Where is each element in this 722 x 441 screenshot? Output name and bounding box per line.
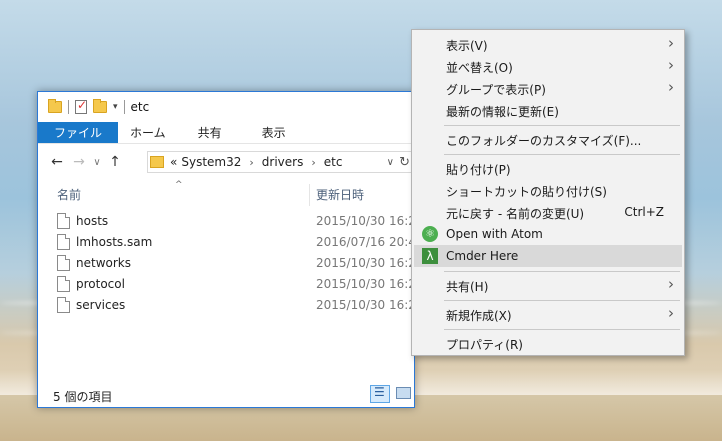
menu-item-label: ショートカットの貼り付け(S) — [446, 185, 607, 199]
tab-file[interactable]: ファイル — [38, 122, 119, 143]
chevron-down-icon[interactable]: ∨ — [387, 157, 394, 168]
breadcrumb-drivers[interactable]: drivers — [262, 155, 304, 169]
address-bar[interactable]: « System32 › drivers › etc ∨ ↻ — [147, 151, 413, 173]
menu-item-label: 最新の情報に更新(E) — [446, 105, 559, 119]
ribbon-tabs: ファイル ホーム 共有 表示 — [38, 122, 414, 144]
column-header-name[interactable]: 名前 — [57, 186, 81, 203]
file-row[interactable]: hosts 2015/10/30 16:21 — [38, 211, 424, 232]
cmder-icon: λ — [422, 248, 438, 264]
file-icon — [57, 234, 70, 250]
file-date: 2015/10/30 16:21 — [316, 277, 424, 291]
file-date: 2015/10/30 16:21 — [316, 256, 424, 270]
file-icon — [57, 213, 70, 229]
details-view-icon[interactable] — [370, 385, 390, 403]
new-folder-icon[interactable] — [93, 99, 107, 113]
menu-item-label: 共有(H) — [446, 280, 489, 294]
menu-item-paste-shortcut[interactable]: ショートカットの貼り付け(S) — [414, 179, 682, 201]
menu-item-undo-rename[interactable]: 元に戻す - 名前の変更(U) Ctrl+Z — [414, 201, 682, 223]
item-count: 5 個の項目 — [53, 390, 113, 404]
up-arrow-icon[interactable]: ↑ — [104, 154, 126, 170]
sort-ascending-icon: ^ — [175, 180, 183, 190]
menu-item-view[interactable]: 表示(V) › — [414, 33, 682, 55]
menu-separator — [444, 300, 680, 301]
menu-item-paste[interactable]: 貼り付け(P) — [414, 157, 682, 179]
recent-locations-chevron-icon[interactable]: ∨ — [90, 157, 104, 168]
tab-home[interactable]: ホーム — [118, 122, 178, 143]
file-icon — [57, 297, 70, 313]
breadcrumb-etc[interactable]: etc — [324, 155, 343, 169]
breadcrumb-system32[interactable]: System32 — [181, 155, 241, 169]
file-list: hosts 2015/10/30 16:21 lmhosts.sam 2016/… — [38, 211, 424, 316]
menu-separator — [444, 271, 680, 272]
properties-icon[interactable] — [75, 98, 87, 114]
customize-toolbar-icon[interactable]: ▾ — [113, 102, 118, 112]
column-headers: ^ 名前 更新日時 — [38, 180, 414, 206]
file-name: services — [76, 298, 126, 312]
file-row[interactable]: protocol 2015/10/30 16:21 — [38, 274, 424, 295]
atom-icon: ⚛ — [422, 226, 438, 242]
menu-item-customize-folder[interactable]: このフォルダーのカスタマイズ(F)... — [414, 128, 682, 150]
chevron-right-icon: › — [668, 34, 674, 52]
file-name: hosts — [76, 214, 109, 228]
breadcrumb-overflow[interactable]: « — [170, 155, 177, 169]
chevron-right-icon: › — [668, 56, 674, 74]
menu-item-new[interactable]: 新規作成(X) › — [414, 303, 682, 325]
status-bar: 5 個の項目 — [38, 383, 414, 407]
menu-item-open-with-atom[interactable]: ⚛ Open with Atom — [414, 223, 682, 245]
chevron-right-icon: › — [668, 304, 674, 322]
chevron-right-icon[interactable]: › — [249, 156, 253, 169]
menu-item-label: グループで表示(P) — [446, 83, 546, 97]
file-name: protocol — [76, 277, 125, 291]
menu-item-sort[interactable]: 並べ替え(O) › — [414, 55, 682, 77]
forward-arrow-icon[interactable]: → — [68, 154, 90, 170]
menu-item-label: Open with Atom — [446, 227, 543, 241]
chevron-right-icon: › — [668, 78, 674, 96]
menu-item-shortcut: Ctrl+Z — [624, 205, 664, 219]
file-date: 2015/10/30 16:21 — [316, 214, 424, 228]
menu-separator — [444, 329, 680, 330]
menu-item-label: 元に戻す - 名前の変更(U) — [446, 207, 585, 221]
chevron-right-icon: › — [668, 275, 674, 293]
address-row: ← → ∨ ↑ « System32 › drivers › etc ∨ ↻ — [38, 148, 414, 176]
menu-item-label: 貼り付け(P) — [446, 163, 511, 177]
column-header-date[interactable]: 更新日時 — [316, 186, 364, 203]
tab-share[interactable]: 共有 — [178, 122, 242, 143]
folder-icon — [150, 156, 164, 168]
file-row[interactable]: services 2015/10/30 16:21 — [38, 295, 424, 316]
file-icon — [57, 255, 70, 271]
file-date: 2016/07/16 20:45 — [316, 235, 424, 249]
menu-item-label: 表示(V) — [446, 39, 488, 53]
menu-item-cmder-here[interactable]: λ Cmder Here — [414, 245, 682, 267]
title-bar: ▾ etc — [38, 92, 414, 122]
file-icon — [57, 276, 70, 292]
menu-item-refresh[interactable]: 最新の情報に更新(E) — [414, 99, 682, 121]
back-arrow-icon[interactable]: ← — [46, 154, 68, 170]
context-menu: 表示(V) › 並べ替え(O) › グループで表示(P) › 最新の情報に更新(… — [411, 29, 685, 356]
large-icons-view-icon[interactable] — [396, 387, 411, 399]
menu-item-label: 並べ替え(O) — [446, 61, 513, 75]
menu-item-share[interactable]: 共有(H) › — [414, 274, 682, 296]
menu-item-label: 新規作成(X) — [446, 309, 512, 323]
menu-item-label: Cmder Here — [446, 249, 519, 263]
toolbar-separator — [68, 100, 69, 114]
file-row[interactable]: networks 2015/10/30 16:21 — [38, 253, 424, 274]
chevron-right-icon[interactable]: › — [311, 156, 315, 169]
window-title: etc — [130, 100, 150, 114]
menu-item-properties[interactable]: プロパティ(R) — [414, 332, 682, 354]
file-name: networks — [76, 256, 131, 270]
menu-item-group-by[interactable]: グループで表示(P) › — [414, 77, 682, 99]
folder-icon — [48, 99, 62, 113]
menu-separator — [444, 125, 680, 126]
refresh-icon[interactable]: ↻ — [399, 155, 410, 170]
explorer-window: ▾ etc ファイル ホーム 共有 表示 ← → ∨ ↑ « System32 … — [37, 91, 424, 408]
file-name: lmhosts.sam — [76, 235, 153, 249]
file-date: 2015/10/30 16:21 — [316, 298, 424, 312]
file-row[interactable]: lmhosts.sam 2016/07/16 20:45 — [38, 232, 424, 253]
tab-view[interactable]: 表示 — [242, 122, 306, 143]
menu-separator — [444, 154, 680, 155]
menu-item-label: プロパティ(R) — [446, 338, 523, 352]
column-divider[interactable] — [309, 184, 310, 206]
menu-item-label: このフォルダーのカスタマイズ(F)... — [446, 134, 642, 148]
toolbar-separator — [123, 100, 125, 114]
